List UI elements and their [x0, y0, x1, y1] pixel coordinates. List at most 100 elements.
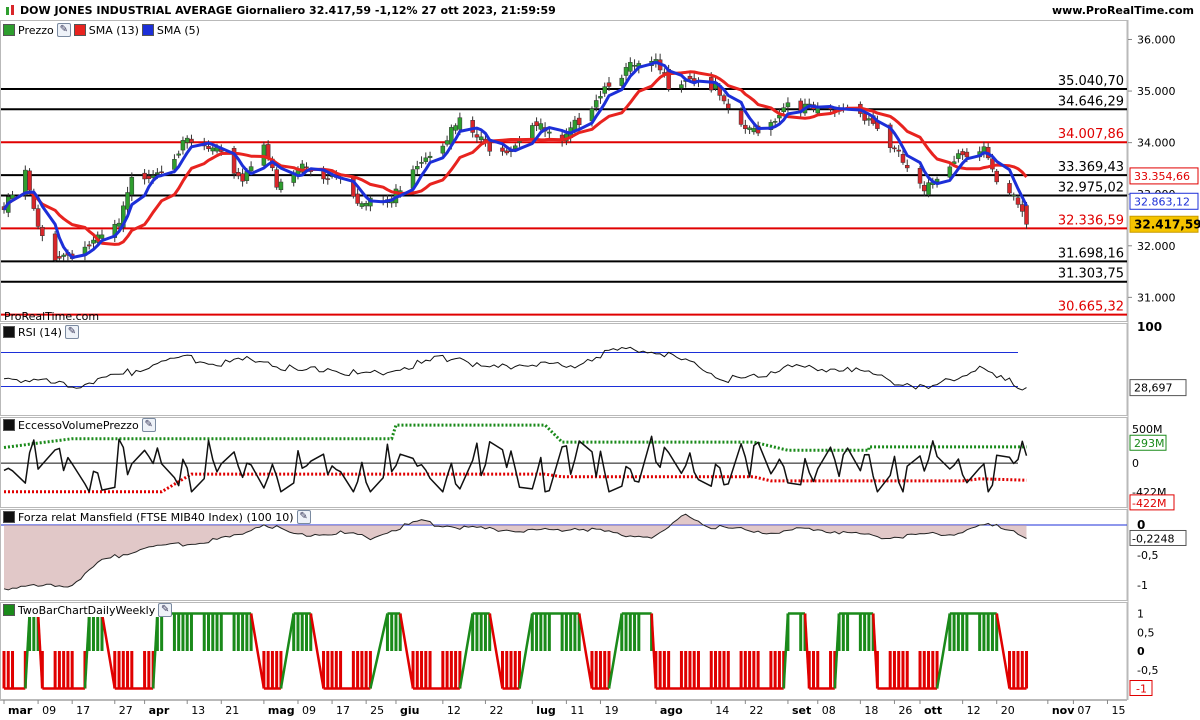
volume-swatch-icon	[3, 419, 15, 431]
x-tick-label: 19	[604, 704, 618, 717]
candle	[747, 127, 752, 130]
y-tick-label: 35.000	[1137, 85, 1176, 98]
watermark: ProRealTime.com	[4, 310, 100, 323]
twobar-bar	[569, 613, 573, 651]
header-bar: DOW JONES INDUSTRIAL AVERAGE Giornaliero…	[4, 4, 556, 17]
candle	[206, 145, 211, 150]
candle	[500, 147, 505, 152]
twobar-bar	[189, 613, 193, 651]
wrench-icon[interactable]: ✎	[296, 510, 311, 524]
candle	[129, 176, 135, 196]
twobar-bar	[394, 613, 398, 651]
last-value-label: -1	[1136, 683, 1147, 696]
twobar-bar	[918, 651, 922, 689]
level-label: 30.665,32	[1058, 300, 1124, 315]
twobar-bar	[662, 651, 666, 689]
wrench-icon[interactable]: ✎	[158, 603, 173, 617]
candle	[1020, 204, 1025, 212]
level-label: 34.646,29	[1058, 94, 1124, 109]
twobar-bar	[326, 651, 330, 689]
volume-legend: EccessoVolumePrezzo ✎	[3, 418, 156, 432]
twobar-bar	[300, 613, 304, 651]
twobar-bar	[266, 651, 270, 689]
x-tick-label: lug	[536, 704, 555, 717]
twobar-bar	[339, 651, 343, 689]
twobar-bar	[177, 613, 181, 651]
candle	[721, 95, 727, 102]
twobar-legend: TwoBarChartDailyWeekly ✎	[3, 603, 173, 617]
y-tick-label: 36.000	[1137, 33, 1176, 46]
last-value-label: 32.417,59	[1134, 217, 1200, 231]
y-tick-label: 0,5	[1137, 626, 1155, 639]
candle	[896, 149, 901, 152]
twobar-bar	[330, 651, 334, 689]
twobar-bar	[207, 613, 211, 651]
twobar-bar	[564, 613, 568, 651]
twobar-bar	[509, 651, 513, 689]
candle	[504, 150, 509, 154]
x-tick-label: giu	[400, 704, 419, 717]
candle	[184, 137, 190, 143]
sma5-swatch-icon	[141, 24, 154, 36]
level-label: 31.698,16	[1058, 246, 1124, 261]
candle	[785, 102, 791, 108]
legend-mansfield: Forza relat Mansfield (FTSE MIB40 Index)…	[18, 510, 294, 524]
twobar-bar	[726, 651, 730, 689]
twobar-bar	[334, 651, 338, 689]
twobar-bar	[91, 613, 95, 651]
candle	[440, 145, 446, 154]
candle	[189, 138, 194, 143]
level-label: 35.040,70	[1058, 74, 1124, 89]
x-tick-label: 17	[76, 704, 90, 717]
twobar-bar	[211, 613, 215, 651]
twobar-bar	[594, 651, 598, 689]
candle	[61, 254, 66, 257]
twobar-bar	[445, 651, 449, 689]
candle	[278, 181, 284, 191]
twobar-bar	[888, 651, 892, 689]
candle	[922, 184, 927, 192]
site-name: www.ProRealTime.com	[1051, 4, 1194, 17]
candle	[146, 175, 152, 180]
wrench-icon[interactable]: ✎	[56, 23, 71, 37]
twobar-bar	[6, 651, 10, 689]
twobar-bar	[688, 651, 692, 689]
twobar-bar	[769, 651, 773, 689]
y-tick-label: -1	[1137, 579, 1148, 592]
wrench-icon[interactable]: ✎	[141, 418, 156, 432]
twobar-bar	[364, 651, 368, 689]
twobar-bar	[633, 613, 637, 651]
candle	[176, 153, 181, 156]
x-tick-label: mar	[8, 704, 33, 717]
candle	[155, 172, 160, 175]
twobar-bar	[121, 651, 125, 689]
candle	[359, 203, 365, 207]
twobar-bar	[922, 651, 926, 689]
twobar-bar	[241, 613, 245, 651]
x-tick-label: 12	[447, 704, 461, 717]
candle	[926, 182, 931, 196]
twobar-bar	[66, 651, 70, 689]
twobar-bar	[709, 651, 713, 689]
x-tick-label: 27	[119, 704, 133, 717]
twobar-bar	[454, 651, 458, 689]
twobar-bar	[53, 651, 57, 689]
candle	[159, 171, 164, 173]
twobar-bar	[96, 613, 100, 651]
twobar-bar	[475, 613, 479, 651]
x-tick-label: 08	[822, 704, 836, 717]
candle	[632, 65, 637, 67]
twobar-bar	[841, 613, 845, 651]
x-tick-label: 17	[336, 704, 350, 717]
candle	[423, 157, 429, 162]
last-value-label: 33.354,66	[1134, 170, 1190, 183]
twobar-bar	[304, 613, 308, 651]
twobar-bar	[420, 651, 424, 689]
candle	[180, 140, 186, 151]
last-value-label: 28,697	[1134, 382, 1173, 395]
twobar-bar	[202, 613, 206, 651]
candle	[743, 124, 748, 129]
candle	[628, 62, 633, 72]
twobar-bar	[130, 651, 134, 689]
wrench-icon[interactable]: ✎	[64, 325, 79, 339]
